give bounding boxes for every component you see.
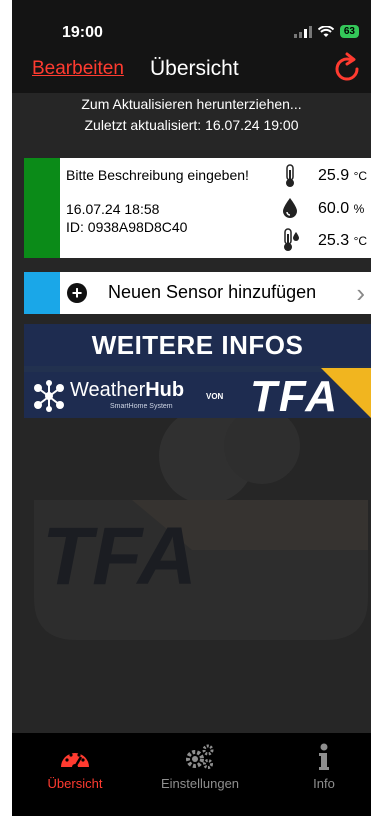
dashboard-gauge-icon — [61, 753, 89, 770]
sensor-card[interactable]: Bitte Beschreibung eingeben! 16.07.24 18… — [24, 158, 371, 258]
app-screen: 19:00 63 Bearbeiten Übersicht Zum Aktual… — [12, 0, 371, 816]
sensor-datetime: 16.07.24 18:58 — [66, 201, 160, 217]
von-label: VON — [206, 392, 224, 401]
refresh-icon[interactable] — [333, 52, 363, 86]
edit-button[interactable]: Bearbeiten — [32, 58, 124, 80]
battery-indicator: 63 — [339, 25, 359, 38]
status-bar: 19:00 63 — [12, 0, 371, 48]
gears-icon — [186, 744, 214, 769]
page-title: Übersicht — [150, 57, 239, 80]
banner-title: WEITERE INFOS — [91, 330, 304, 360]
add-sensor-label: Neuen Sensor hinzufügen — [108, 282, 317, 302]
humidity-reading: 60.0 % — [318, 200, 365, 217]
sensor-id: ID: 0938A98D8C40 — [66, 219, 188, 235]
tab-info[interactable]: Info — [304, 743, 344, 791]
info-icon — [319, 743, 329, 770]
weatherhub-wordmark: WeatherHub — [70, 379, 185, 401]
svg-text:TFA: TFA — [42, 511, 197, 602]
sensor-description: Bitte Beschreibung eingeben! — [66, 167, 249, 183]
pull-to-refresh-hint: Zum Aktualisieren herunterziehen... — [81, 96, 302, 112]
plus-circle-icon: + — [67, 283, 87, 303]
tfa-watermark-logo: TFA — [34, 418, 368, 640]
nav-bar: Bearbeiten Übersicht — [12, 48, 371, 93]
weatherhub-subtitle: SmartHome System — [110, 403, 173, 410]
tab-overview[interactable]: Übersicht — [40, 743, 110, 791]
chevron-right-icon: › — [356, 278, 365, 308]
wifi-icon — [317, 25, 334, 37]
add-sensor-accent — [24, 272, 60, 314]
more-info-banner[interactable]: WEITERE INFOS WeatherHub SmartHome Syste… — [24, 324, 371, 418]
tab-info-label: Info — [313, 776, 335, 791]
tab-settings[interactable]: Einstellungen — [150, 743, 250, 791]
status-icons: 63 — [293, 25, 359, 38]
last-updated-text: Zuletzt aktualisiert: 16.07.24 19:00 — [84, 117, 299, 133]
humidity-drop-icon — [283, 198, 297, 218]
add-sensor-button[interactable]: + Neuen Sensor hinzufügen › — [24, 272, 371, 314]
status-time: 19:00 — [62, 24, 103, 41]
signal-icon — [293, 25, 312, 38]
weatherhub-logo-icon — [34, 380, 64, 412]
tab-overview-label: Übersicht — [47, 776, 103, 791]
thermometer-icon — [286, 164, 294, 187]
tfa-logo: TFA — [250, 372, 340, 418]
temperature-reading: 25.9 °C — [318, 167, 368, 184]
sensor-status-bar — [24, 158, 60, 258]
tab-settings-label: Einstellungen — [160, 776, 240, 791]
tab-bar: Übersicht Einstellungen Info — [12, 733, 371, 816]
dewpoint-reading: 25.3 °C — [318, 232, 368, 249]
dewpoint-thermometer-icon — [284, 228, 299, 251]
